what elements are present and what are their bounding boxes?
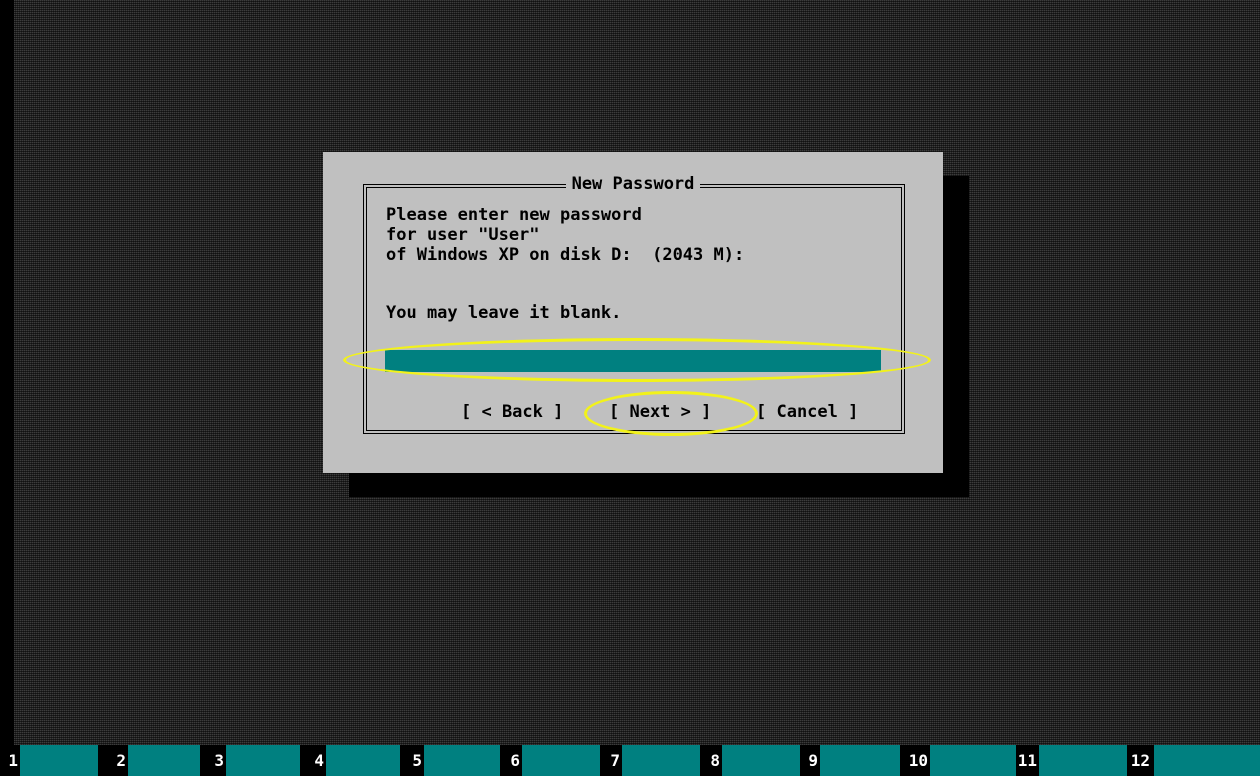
fkey-bar <box>1039 745 1127 776</box>
fkey-bar <box>722 745 800 776</box>
fkey-1[interactable]: 1 <box>0 745 100 776</box>
prompt-line-1: Please enter new password <box>386 205 642 225</box>
left-edge <box>0 0 14 745</box>
fkey-12[interactable]: 12 <box>1128 745 1260 776</box>
fkey-bar <box>326 745 400 776</box>
fkey-6[interactable]: 6 <box>500 745 600 776</box>
fkey-5[interactable]: 5 <box>400 745 500 776</box>
back-button[interactable]: [ < Back ] <box>461 402 563 422</box>
fkey-bar <box>820 745 900 776</box>
fkey-10[interactable]: 10 <box>900 745 1016 776</box>
fkey-label: 12 <box>1130 751 1150 770</box>
fkey-2[interactable]: 2 <box>100 745 200 776</box>
new-password-dialog: New Password Please enter new password f… <box>323 152 943 473</box>
dialog-title-wrap: New Password <box>323 174 943 194</box>
dialog-title: New Password <box>565 174 701 194</box>
fkey-label: 1 <box>8 751 18 770</box>
function-key-bar: 1 2 3 4 5 6 7 8 9 10 11 12 <box>0 745 1260 776</box>
fkey-label: 10 <box>908 751 928 770</box>
prompt-line-2: for user "User" <box>386 225 540 245</box>
fkey-bar <box>20 745 98 776</box>
fkey-3[interactable]: 3 <box>200 745 300 776</box>
fkey-bar <box>128 745 200 776</box>
fkey-9[interactable]: 9 <box>800 745 900 776</box>
prompt-line-3: of Windows XP on disk D: (2043 M): <box>386 245 745 265</box>
fkey-8[interactable]: 8 <box>700 745 800 776</box>
fkey-label: 3 <box>214 751 224 770</box>
fkey-bar <box>226 745 300 776</box>
fkey-4[interactable]: 4 <box>300 745 400 776</box>
blank-hint: You may leave it blank. <box>386 303 622 323</box>
fkey-label: 8 <box>710 751 720 770</box>
fkey-label: 6 <box>510 751 520 770</box>
fkey-label: 11 <box>1017 751 1037 770</box>
fkey-7[interactable]: 7 <box>600 745 700 776</box>
fkey-label: 7 <box>610 751 620 770</box>
fkey-bar <box>424 745 500 776</box>
fkey-label: 5 <box>412 751 422 770</box>
next-button[interactable]: [ Next > ] <box>609 402 711 422</box>
fkey-bar <box>1154 745 1260 776</box>
fkey-label: 2 <box>116 751 126 770</box>
cancel-button[interactable]: [ Cancel ] <box>756 402 858 422</box>
fkey-11[interactable]: 11 <box>1015 745 1127 776</box>
fkey-bar <box>930 745 1016 776</box>
fkey-label: 9 <box>808 751 818 770</box>
fkey-bar <box>622 745 700 776</box>
fkey-bar <box>522 745 600 776</box>
fkey-label: 4 <box>314 751 324 770</box>
password-input[interactable] <box>385 350 881 372</box>
